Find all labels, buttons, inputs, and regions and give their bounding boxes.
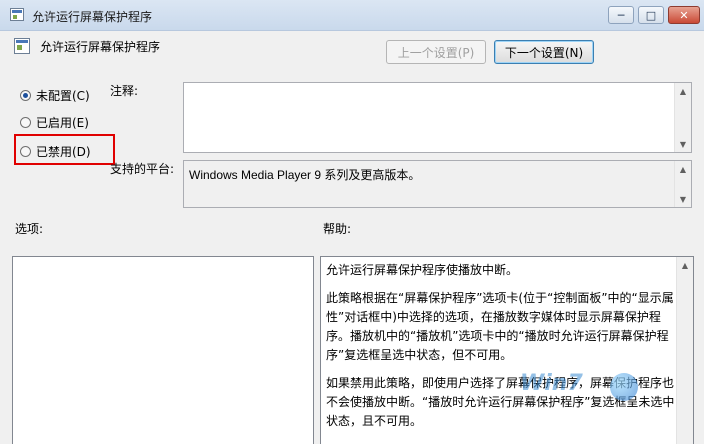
radio-not-configured[interactable]: 未配置(C) bbox=[20, 87, 90, 104]
minimize-icon: ─ bbox=[617, 8, 625, 22]
title-bar[interactable]: 允许运行屏幕保护程序 ─ □ ✕ bbox=[0, 0, 704, 31]
help-label: 帮助: bbox=[323, 222, 352, 236]
options-pane bbox=[12, 256, 314, 444]
supported-platform-box: Windows Media Player 9 系列及更高版本。 ▲ ▼ bbox=[183, 160, 692, 208]
scroll-down-icon[interactable]: ▼ bbox=[675, 191, 691, 207]
help-paragraph: 允许运行屏幕保护程序使播放中断。 bbox=[326, 263, 519, 277]
radio-selected-icon bbox=[20, 90, 31, 101]
supported-platform-value: Windows Media Player 9 系列及更高版本。 bbox=[189, 168, 421, 182]
close-icon: ✕ bbox=[679, 8, 689, 22]
scroll-down-icon[interactable]: ▼ bbox=[675, 136, 691, 152]
options-label: 选项: bbox=[15, 222, 44, 236]
scroll-up-icon[interactable]: ▲ bbox=[675, 83, 691, 99]
window-title: 允许运行屏幕保护程序 bbox=[32, 10, 153, 24]
help-paragraph: 此策略根据在“屏幕保护程序”选项卡(位于“控制面板”中的“显示属性”对话框中)中… bbox=[326, 291, 674, 362]
policy-icon bbox=[14, 38, 30, 54]
comment-textarea[interactable]: ▲ ▼ bbox=[183, 82, 692, 153]
minimize-button[interactable]: ─ bbox=[608, 6, 634, 24]
scroll-up-icon[interactable]: ▲ bbox=[675, 161, 691, 177]
platform-scrollbar[interactable]: ▲ ▼ bbox=[674, 161, 691, 207]
scroll-up-icon[interactable]: ▲ bbox=[677, 257, 693, 273]
comment-label: 注释: bbox=[110, 84, 139, 98]
policy-app-icon bbox=[10, 8, 24, 21]
comment-scrollbar[interactable]: ▲ ▼ bbox=[674, 83, 691, 152]
close-button[interactable]: ✕ bbox=[668, 6, 700, 24]
radio-label: 已启用(E) bbox=[36, 116, 89, 130]
next-setting-button[interactable]: 下一个设置(N) bbox=[494, 40, 594, 64]
watermark-text: Win7 bbox=[520, 371, 583, 396]
maximize-button[interactable]: □ bbox=[638, 6, 664, 24]
maximize-icon: □ bbox=[645, 8, 657, 22]
previous-setting-button[interactable]: 上一个设置(P) bbox=[386, 40, 486, 64]
radio-enabled[interactable]: 已启用(E) bbox=[20, 114, 89, 131]
supported-platform-label: 支持的平台: bbox=[110, 162, 175, 176]
radio-unselected-icon bbox=[20, 117, 31, 128]
highlight-annotation-box bbox=[14, 134, 115, 165]
help-scrollbar[interactable]: ▲ bbox=[676, 257, 693, 444]
radio-label: 未配置(C) bbox=[36, 89, 90, 103]
help-text: 允许运行屏幕保护程序使播放中断。 此策略根据在“屏幕保护程序”选项卡(位于“控制… bbox=[326, 261, 676, 440]
policy-title: 允许运行屏幕保护程序 bbox=[40, 40, 161, 54]
help-pane: 允许运行屏幕保护程序使播放中断。 此策略根据在“屏幕保护程序”选项卡(位于“控制… bbox=[320, 256, 694, 444]
watermark-ball-icon bbox=[610, 373, 638, 401]
win7-watermark: Win7 bbox=[520, 371, 660, 411]
